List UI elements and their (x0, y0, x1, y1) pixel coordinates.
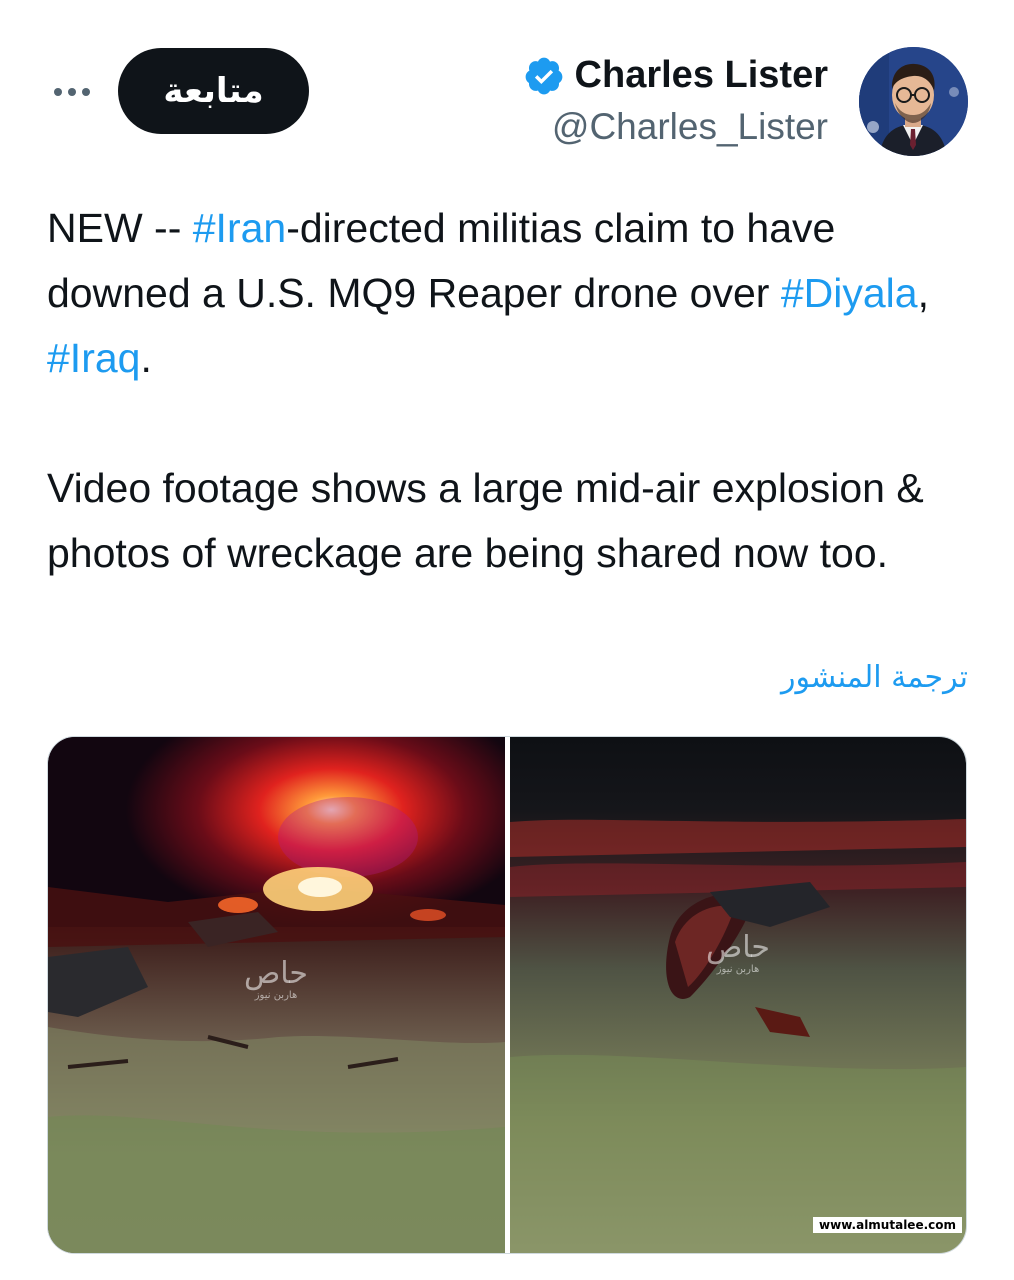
hashtag-diyala[interactable]: #Diyala (781, 270, 918, 316)
avatar-image (859, 47, 968, 156)
photo-watermark: حاص هاربن نيوز (244, 959, 308, 1001)
photo-watermark-subtext: هاربن نيوز (254, 990, 298, 1001)
more-dot (82, 88, 90, 96)
tweet-text-segment: , (917, 270, 941, 316)
photo-watermark-subtext: هاربن نيوز (716, 964, 760, 975)
more-dot (68, 88, 76, 96)
author-handle[interactable]: @Charles_Lister (552, 106, 828, 148)
follow-button[interactable]: متابعة (118, 48, 309, 134)
photo-burning-wreckage[interactable]: حاص هاربن نيوز (48, 737, 505, 1253)
site-watermark: www.almutalee.com (813, 1217, 962, 1233)
translate-post-link[interactable]: ترجمة المنشور (781, 660, 968, 695)
author-display-name[interactable]: Charles Lister (575, 54, 828, 97)
photo-watermark: حاص هاربن نيوز (706, 933, 770, 975)
author-name-row: Charles Lister (523, 54, 828, 97)
verified-badge-icon (525, 57, 562, 94)
photo-drone-wreckage[interactable]: حاص هاربن نيوز www.almutalee.com (510, 737, 966, 1253)
tweet-text-segment: . (140, 335, 152, 381)
photo-watermark-text: حاص (706, 930, 770, 965)
more-dot (54, 88, 62, 96)
tweet-media-grid: حاص هاربن نيوز حاص هاربن نيوز www.almuta… (47, 736, 967, 1254)
tweet-text-paragraph-2: Video footage shows a large mid-air expl… (47, 465, 936, 576)
hashtag-iraq[interactable]: #Iraq (47, 335, 140, 381)
avatar[interactable] (859, 47, 968, 156)
drone-wreckage-image (510, 737, 966, 1253)
tweet-text-segment: NEW -- (47, 205, 193, 251)
more-options-button[interactable] (50, 74, 94, 110)
tweet-text: NEW -- #Iran-directed militias claim to … (47, 196, 977, 586)
photo-watermark-text: حاص (244, 956, 308, 991)
hashtag-iran[interactable]: #Iran (193, 205, 286, 251)
tweet-header: متابعة Charles Lister @Charles_Lister (0, 0, 1014, 170)
